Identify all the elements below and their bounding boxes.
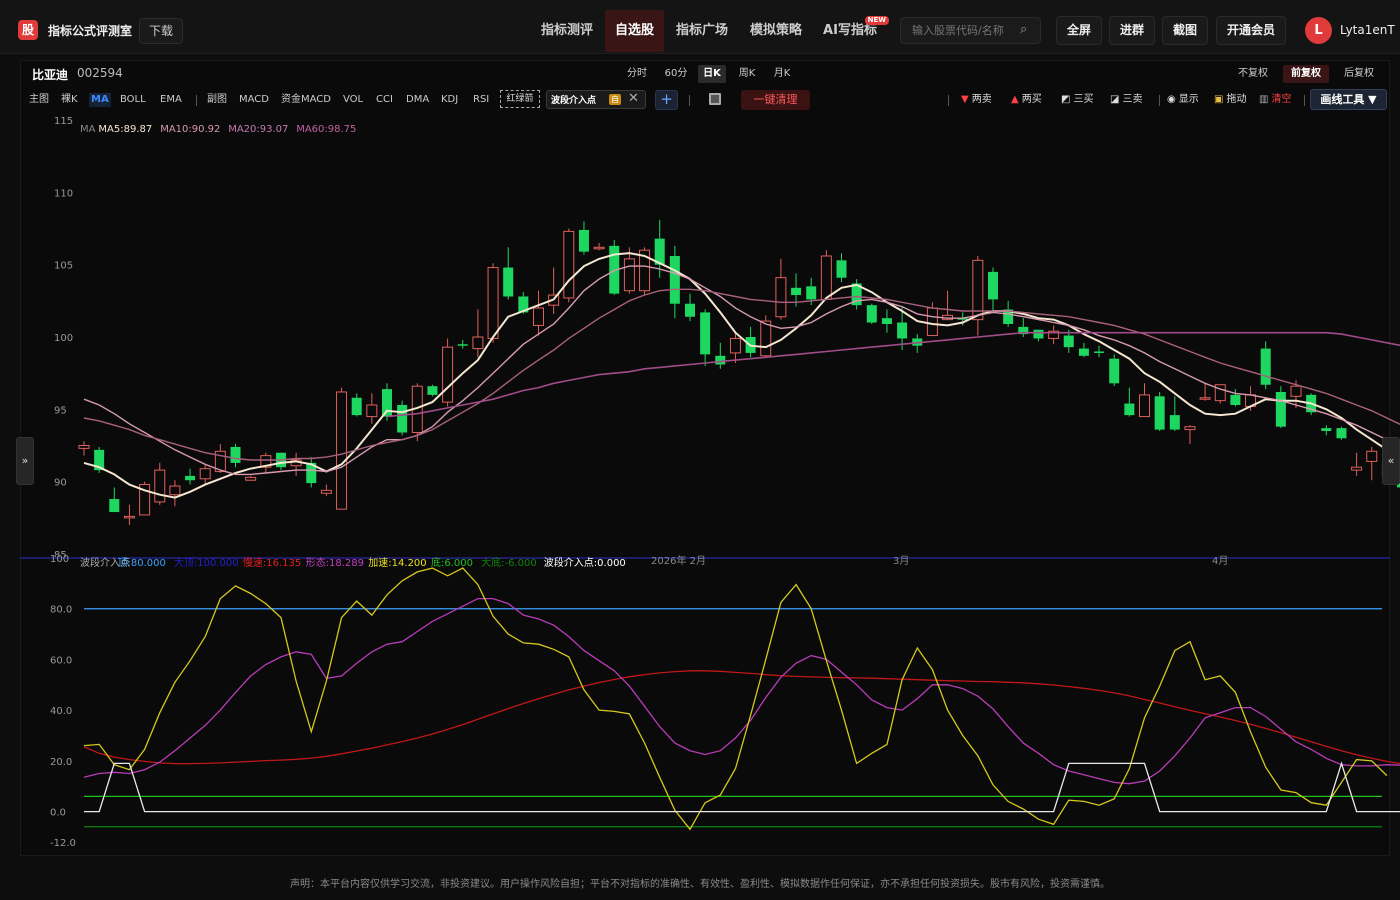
candle-body — [109, 499, 120, 513]
series-line — [83, 567, 1388, 831]
candle-body — [881, 318, 892, 324]
candle-body — [1154, 396, 1165, 430]
ma-legend-label: MA20:93.07 — [228, 124, 288, 135]
candle-body — [1351, 466, 1363, 471]
sub-legend-label: 顶:80.000 — [118, 557, 166, 569]
candle-body — [442, 346, 454, 403]
date-label: 3月 — [893, 555, 909, 567]
candle-body — [897, 322, 908, 339]
y-axis-tick-label: 100 — [54, 333, 73, 344]
candle-body — [169, 485, 181, 496]
candle-body — [154, 469, 166, 503]
y-axis-tick-label: 105 — [54, 261, 73, 272]
candle-body — [533, 307, 544, 326]
candle-body — [1078, 348, 1089, 356]
candle-body — [700, 312, 711, 355]
candle-body — [230, 446, 241, 463]
ma-line-ma20 — [83, 288, 1400, 461]
y-axis-tick-label: 90 — [54, 478, 67, 489]
candle-body — [123, 515, 135, 519]
candle-body — [1230, 394, 1241, 405]
sub-legend-label: 大顶:100.000 — [174, 556, 239, 569]
y-axis-tick-label: 115 — [54, 116, 73, 127]
sub-legend-label: 慢速:16.135 — [243, 557, 301, 569]
candle-body — [760, 320, 772, 357]
candle-body — [1336, 428, 1347, 439]
candle-body — [1139, 394, 1150, 418]
candle-body — [1321, 428, 1332, 432]
ma-legend-label: MA5:89.87 — [98, 124, 152, 135]
candle-body — [320, 489, 332, 494]
candle-body — [685, 303, 695, 317]
candle-body — [988, 271, 998, 300]
date-label: 4月 — [1212, 555, 1228, 567]
y-axis-tick-label: 0.0 — [50, 808, 66, 819]
candle-body — [593, 246, 605, 250]
candle-body — [1184, 426, 1196, 431]
candle-body — [836, 260, 847, 278]
candle-body — [563, 230, 575, 299]
candle-body — [820, 255, 832, 300]
date-label: 2026年 2月 — [651, 554, 706, 567]
ma-legend-label: MA10:90.92 — [160, 124, 220, 135]
stock-charts[interactable]: 859095100105110115MA MA5:89.87 MA10:90.92 M… — [0, 0, 1400, 900]
candle-body — [1199, 397, 1211, 400]
series-line — [83, 597, 1400, 785]
y-axis-tick-label: 40.0 — [50, 706, 72, 717]
candle-body — [366, 404, 378, 418]
candle-body — [806, 286, 817, 300]
candle-body — [1094, 351, 1105, 353]
candle-body — [715, 355, 726, 365]
candle-body — [382, 389, 392, 417]
candle-body — [1366, 450, 1378, 462]
candle-body — [351, 397, 362, 416]
candle-body — [185, 475, 196, 481]
y-axis-tick-label: 60.0 — [50, 655, 72, 666]
candle-body — [1063, 335, 1074, 348]
sub-legend-label: 底:6.000 — [431, 556, 473, 569]
y-axis-tick-label: 80.0 — [50, 605, 72, 616]
candle-body — [791, 287, 802, 296]
candle-body — [866, 305, 877, 323]
candle-body — [1169, 415, 1180, 430]
sub-legend-label: 大底:-6.000 — [481, 556, 537, 569]
candle-body — [578, 229, 589, 252]
sub-legend-label: 加速:14.200 — [368, 557, 426, 569]
candle-body — [397, 404, 408, 433]
candle-body — [457, 344, 468, 346]
candle-body — [1260, 348, 1271, 385]
sub-legend-label: 形态:18.289 — [306, 556, 364, 569]
ma-legend-label: MA — [80, 124, 96, 135]
candle-body — [245, 476, 257, 481]
candle-body — [1290, 385, 1302, 397]
candle-body — [926, 307, 938, 337]
y-axis-tick-label: 95 — [54, 405, 67, 416]
candle-body — [775, 277, 787, 318]
series-line — [84, 761, 1400, 813]
candle-body — [1275, 391, 1286, 427]
candle-body — [427, 386, 438, 395]
candle-body — [669, 255, 680, 304]
y-axis-tick-label: 100 — [50, 554, 69, 565]
y-axis-tick-label: -12.0 — [50, 838, 76, 849]
expand-left-icon[interactable]: » — [16, 437, 34, 485]
y-axis-tick-label: 110 — [54, 188, 73, 199]
candle-body — [472, 336, 484, 350]
risk-disclaimer: 声明：本平台内容仅供学习交流，非投资建议。用户操作风险自担；平台不对指标的准确性… — [290, 879, 1110, 890]
sub-legend-label: 波段介入点:0.000 — [544, 556, 626, 569]
candle-body — [729, 337, 741, 354]
candle-body — [1033, 329, 1044, 339]
candle-body — [1109, 358, 1120, 384]
ma-legend-label: MA60:98.75 — [296, 124, 356, 135]
collapse-right-icon[interactable]: « — [1382, 437, 1400, 485]
candle-body — [503, 267, 514, 297]
y-axis-tick-label: 20.0 — [50, 757, 72, 768]
candle-body — [199, 468, 211, 480]
candle-body — [487, 267, 499, 339]
candle-body — [336, 391, 348, 510]
candle-body — [623, 258, 635, 292]
candle-body — [1124, 403, 1135, 416]
candle-body — [78, 445, 90, 449]
